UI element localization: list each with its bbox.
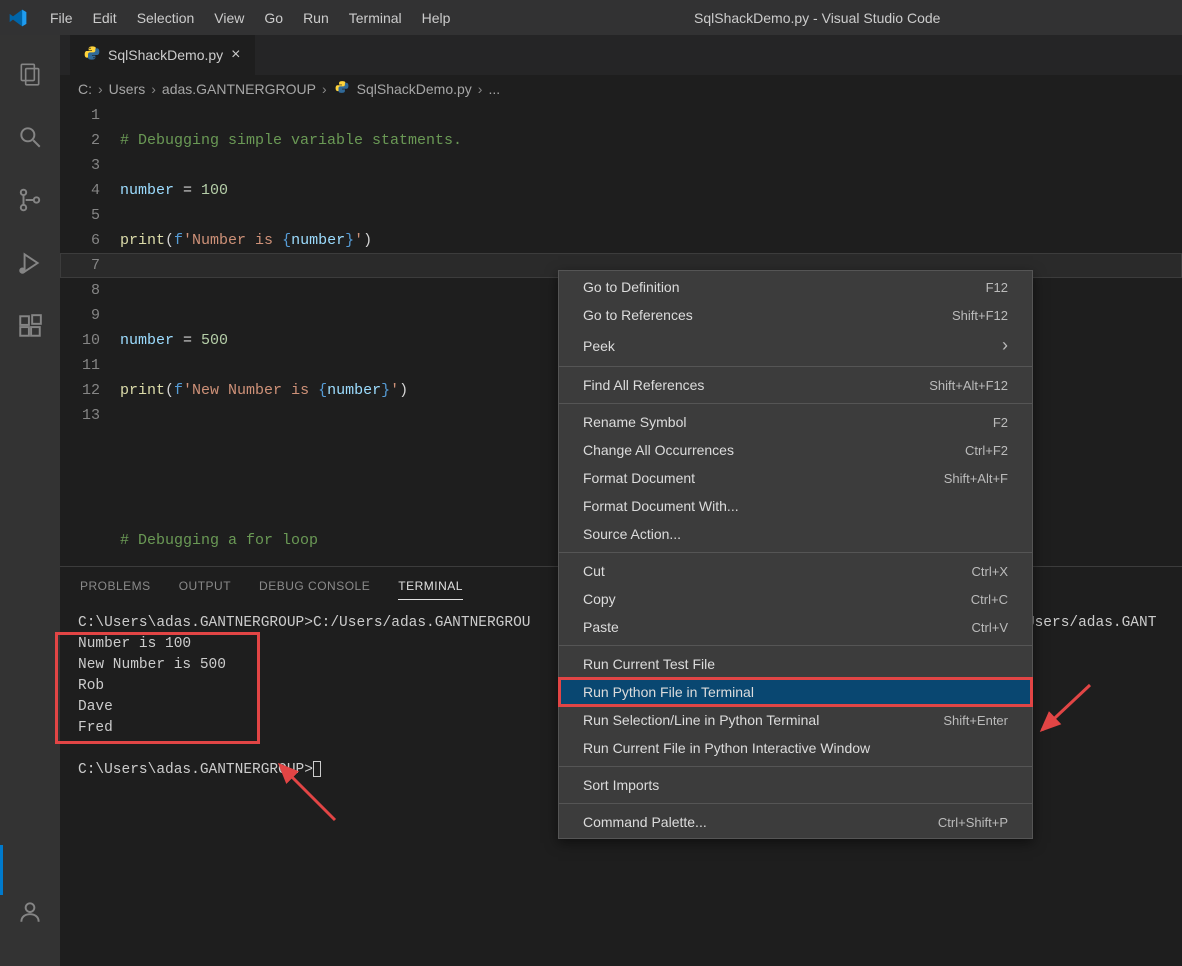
ctx-separator bbox=[559, 366, 1032, 367]
ctx-paste[interactable]: PasteCtrl+V bbox=[559, 613, 1032, 641]
breadcrumb-segment[interactable]: C: bbox=[78, 81, 92, 97]
tab-debug-console[interactable]: DEBUG CONSOLE bbox=[259, 573, 370, 599]
run-debug-icon[interactable] bbox=[6, 239, 54, 287]
ctx-format-document-with[interactable]: Format Document With... bbox=[559, 492, 1032, 520]
ctx-run-current-test[interactable]: Run Current Test File bbox=[559, 650, 1032, 678]
ctx-separator bbox=[559, 645, 1032, 646]
chevron-right-icon: › bbox=[322, 81, 327, 97]
breadcrumb-segment[interactable]: ... bbox=[488, 81, 500, 97]
ctx-copy[interactable]: CopyCtrl+C bbox=[559, 585, 1032, 613]
ctx-peek[interactable]: Peek bbox=[559, 329, 1032, 362]
tab-output[interactable]: OUTPUT bbox=[179, 573, 231, 599]
explorer-icon[interactable] bbox=[6, 50, 54, 98]
ctx-rename-symbol[interactable]: Rename SymbolF2 bbox=[559, 408, 1032, 436]
ctx-goto-references[interactable]: Go to ReferencesShift+F12 bbox=[559, 301, 1032, 329]
window-title: SqlShackDemo.py - Visual Studio Code bbox=[460, 10, 1174, 26]
ctx-format-document[interactable]: Format DocumentShift+Alt+F bbox=[559, 464, 1032, 492]
menu-view[interactable]: View bbox=[204, 4, 254, 32]
annotation-output-highlight bbox=[55, 632, 260, 744]
chevron-right-icon: › bbox=[478, 81, 483, 97]
python-file-icon bbox=[84, 45, 100, 65]
title-bar: File Edit Selection View Go Run Terminal… bbox=[0, 0, 1182, 35]
search-icon[interactable] bbox=[6, 113, 54, 161]
menu-bar: File Edit Selection View Go Run Terminal… bbox=[40, 4, 460, 32]
accounts-icon[interactable] bbox=[6, 888, 54, 936]
ctx-separator bbox=[559, 403, 1032, 404]
menu-go[interactable]: Go bbox=[254, 4, 293, 32]
ctx-command-palette[interactable]: Command Palette...Ctrl+Shift+P bbox=[559, 808, 1032, 836]
editor-tab-bar: SqlShackDemo.py × bbox=[60, 35, 1182, 75]
close-tab-icon[interactable]: × bbox=[231, 46, 240, 64]
breadcrumb-segment[interactable]: adas.GANTNERGROUP bbox=[162, 81, 316, 97]
tab-terminal[interactable]: TERMINAL bbox=[398, 573, 463, 600]
ctx-cut[interactable]: CutCtrl+X bbox=[559, 557, 1032, 585]
ctx-run-python-file-terminal[interactable]: Run Python File in Terminal bbox=[559, 678, 1032, 706]
ctx-separator bbox=[559, 766, 1032, 767]
editor-tab[interactable]: SqlShackDemo.py × bbox=[70, 35, 256, 75]
ctx-find-all-references[interactable]: Find All ReferencesShift+Alt+F12 bbox=[559, 371, 1032, 399]
chevron-right-icon: › bbox=[151, 81, 156, 97]
ctx-run-interactive[interactable]: Run Current File in Python Interactive W… bbox=[559, 734, 1032, 762]
line-number-gutter: 123 456 789 101112 13 bbox=[60, 103, 120, 566]
breadcrumb-segment[interactable]: Users bbox=[109, 81, 146, 97]
ctx-separator bbox=[559, 803, 1032, 804]
ctx-sort-imports[interactable]: Sort Imports bbox=[559, 771, 1032, 799]
editor-context-menu: Go to DefinitionF12 Go to ReferencesShif… bbox=[558, 270, 1033, 839]
tab-problems[interactable]: PROBLEMS bbox=[80, 573, 151, 599]
tab-filename: SqlShackDemo.py bbox=[108, 47, 223, 63]
ctx-change-occurrences[interactable]: Change All OccurrencesCtrl+F2 bbox=[559, 436, 1032, 464]
activity-bar bbox=[0, 35, 60, 966]
menu-run[interactable]: Run bbox=[293, 4, 339, 32]
chevron-right-icon: › bbox=[98, 81, 103, 97]
ctx-run-selection[interactable]: Run Selection/Line in Python TerminalShi… bbox=[559, 706, 1032, 734]
terminal-cursor bbox=[313, 761, 321, 777]
ctx-separator bbox=[559, 552, 1032, 553]
menu-file[interactable]: File bbox=[40, 4, 83, 32]
breadcrumb: C: › Users › adas.GANTNERGROUP › SqlShac… bbox=[60, 75, 1182, 103]
menu-terminal[interactable]: Terminal bbox=[339, 4, 412, 32]
menu-help[interactable]: Help bbox=[412, 4, 461, 32]
ctx-goto-definition[interactable]: Go to DefinitionF12 bbox=[559, 273, 1032, 301]
vscode-logo-icon bbox=[8, 8, 28, 28]
menu-selection[interactable]: Selection bbox=[127, 4, 205, 32]
ctx-source-action[interactable]: Source Action... bbox=[559, 520, 1032, 548]
extensions-icon[interactable] bbox=[6, 302, 54, 350]
accent-indicator bbox=[0, 845, 3, 895]
python-file-icon bbox=[335, 80, 349, 98]
source-control-icon[interactable] bbox=[6, 176, 54, 224]
menu-edit[interactable]: Edit bbox=[83, 4, 127, 32]
breadcrumb-segment[interactable]: SqlShackDemo.py bbox=[357, 81, 472, 97]
